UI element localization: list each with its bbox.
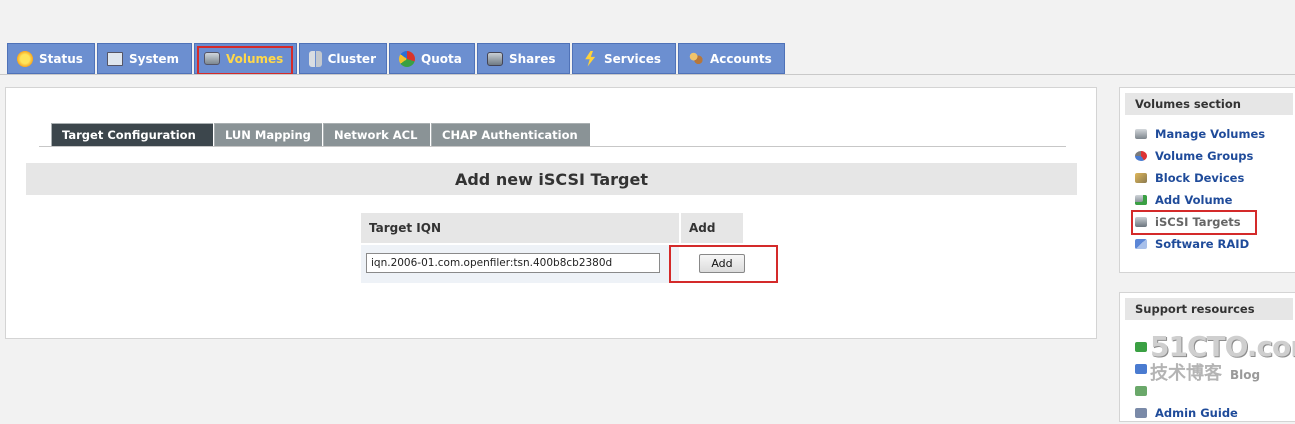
subtab-chap-authentication[interactable]: CHAP Authentication bbox=[431, 123, 590, 146]
support-resources-title: Support resources bbox=[1125, 298, 1293, 320]
guide-icon bbox=[1135, 408, 1147, 418]
tab-accounts-label: Accounts bbox=[710, 51, 772, 66]
tab-shares[interactable]: Shares bbox=[477, 43, 570, 74]
lightning-icon bbox=[585, 50, 596, 67]
volume-group-icon bbox=[1135, 151, 1147, 161]
monitor-icon bbox=[107, 51, 123, 66]
sun-icon bbox=[17, 50, 33, 67]
main-nav: Status System Volumes Cluster Quota Shar… bbox=[7, 43, 787, 74]
tab-accounts[interactable]: Accounts bbox=[678, 43, 785, 74]
add-target-button[interactable]: Add bbox=[699, 254, 745, 273]
tab-services-label: Services bbox=[604, 51, 662, 66]
tab-quota-label: Quota bbox=[421, 51, 462, 66]
volumes-section-box: Volumes section Manage Volumes Volume Gr… bbox=[1119, 87, 1295, 273]
block-device-icon bbox=[1135, 173, 1147, 183]
iscsi-icon bbox=[1135, 217, 1147, 227]
drive-icon bbox=[1135, 129, 1147, 139]
section-title: Add new iSCSI Target bbox=[26, 163, 1077, 195]
leaf-icon bbox=[1135, 342, 1147, 352]
subtab-network-acl[interactable]: Network ACL bbox=[323, 123, 430, 146]
check-icon bbox=[1135, 386, 1147, 396]
volumes-menu: Manage Volumes Volume Groups Block Devic… bbox=[1120, 115, 1295, 255]
sidebar-item-label: Software RAID bbox=[1155, 237, 1250, 251]
tab-volumes-label: Volumes bbox=[226, 51, 284, 66]
target-iqn-input[interactable] bbox=[366, 253, 660, 273]
watermark: 51CTO.com 技术博客Blog bbox=[1150, 330, 1295, 385]
raid-icon bbox=[1135, 239, 1147, 249]
tab-volumes[interactable]: Volumes bbox=[194, 43, 297, 74]
add-cell: Add bbox=[681, 245, 745, 283]
subtab-lun-mapping[interactable]: LUN Mapping bbox=[214, 123, 322, 146]
sidebar-item-software-raid[interactable]: Software RAID bbox=[1135, 233, 1295, 255]
pie-icon bbox=[399, 50, 415, 67]
sidebar-item-label: Volume Groups bbox=[1155, 149, 1254, 163]
sidebar-item-volume-groups[interactable]: Volume Groups bbox=[1135, 145, 1295, 167]
target-row bbox=[361, 245, 679, 283]
volume-subtabs: Target Configuration LUN Mapping Network… bbox=[51, 123, 591, 146]
sidebar-item-add-volume[interactable]: Add Volume bbox=[1135, 189, 1295, 211]
tab-cluster[interactable]: Cluster bbox=[299, 43, 387, 74]
support-item-label: Admin Guide bbox=[1155, 406, 1238, 420]
tab-system-label: System bbox=[129, 51, 179, 66]
drive-icon bbox=[204, 52, 220, 65]
tab-shares-label: Shares bbox=[509, 51, 556, 66]
sidebar-item-label: iSCSI Targets bbox=[1155, 215, 1241, 229]
nav-divider bbox=[0, 74, 1295, 75]
add-volume-icon bbox=[1135, 195, 1147, 205]
book-icon bbox=[1135, 364, 1147, 374]
subtab-target-configuration[interactable]: Target Configuration bbox=[51, 123, 213, 146]
support-item-admin-guide[interactable]: Admin Guide bbox=[1135, 402, 1295, 424]
sidebar-item-label: Block Devices bbox=[1155, 171, 1245, 185]
sidebar-item-block-devices[interactable]: Block Devices bbox=[1135, 167, 1295, 189]
subtab-divider bbox=[39, 146, 1066, 147]
sidebar-item-manage-volumes[interactable]: Manage Volumes bbox=[1135, 123, 1295, 145]
tab-services[interactable]: Services bbox=[572, 43, 676, 74]
sidebar-item-label: Add Volume bbox=[1155, 193, 1233, 207]
tab-quota[interactable]: Quota bbox=[389, 43, 475, 74]
network-drive-icon bbox=[487, 51, 503, 66]
column-header-add: Add bbox=[681, 213, 743, 243]
tab-system[interactable]: System bbox=[97, 43, 192, 74]
users-icon bbox=[688, 50, 704, 67]
tab-status-label: Status bbox=[39, 51, 83, 66]
watermark-line3: Blog bbox=[1230, 368, 1261, 382]
column-header-target-iqn: Target IQN bbox=[361, 213, 679, 243]
sidebar-item-label: Manage Volumes bbox=[1155, 127, 1266, 141]
sidebar-item-iscsi-targets[interactable]: iSCSI Targets bbox=[1135, 211, 1295, 233]
servers-icon bbox=[309, 50, 322, 67]
tab-status[interactable]: Status bbox=[7, 43, 95, 74]
main-panel: Target Configuration LUN Mapping Network… bbox=[5, 87, 1097, 339]
volumes-section-title: Volumes section bbox=[1125, 93, 1293, 115]
tab-cluster-label: Cluster bbox=[327, 51, 376, 66]
